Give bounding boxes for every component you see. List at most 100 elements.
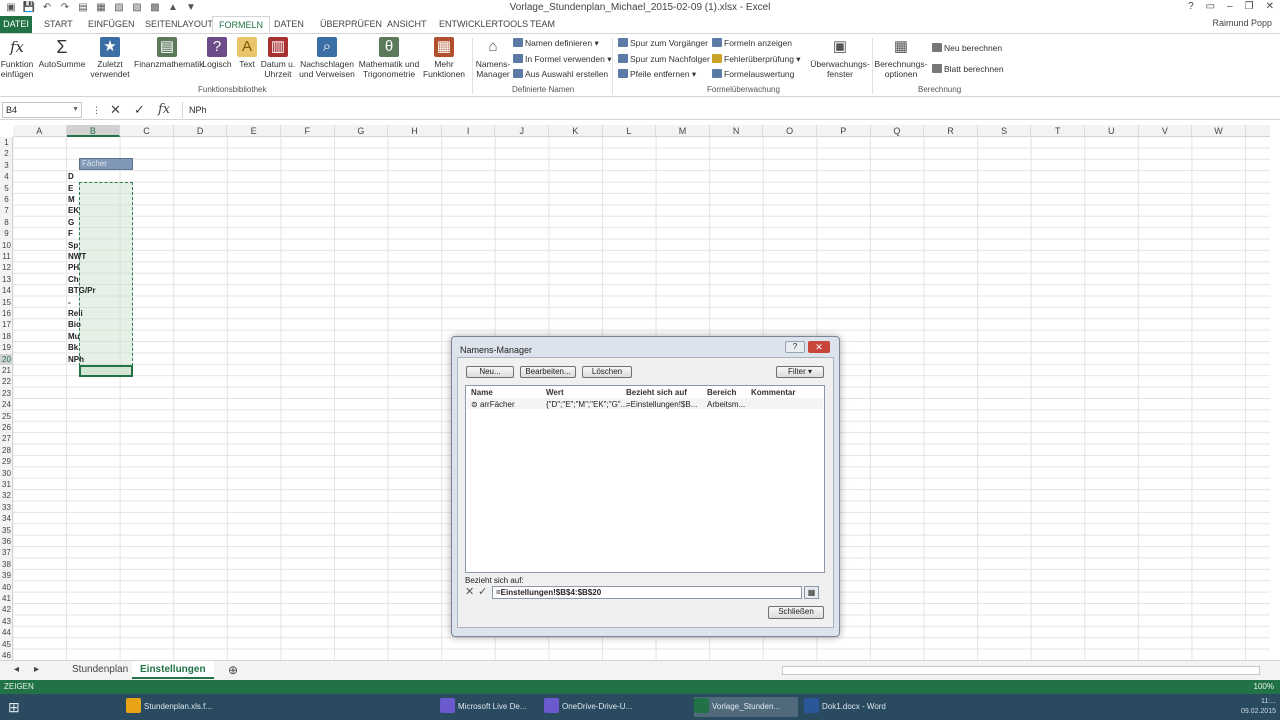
row-header[interactable]: 24	[0, 399, 13, 410]
column-header[interactable]: R	[924, 125, 978, 137]
row-header[interactable]: 25	[0, 411, 13, 422]
column-header[interactable]: B	[66, 125, 121, 137]
column-header[interactable]: K	[549, 125, 603, 137]
row-header[interactable]: 42	[0, 604, 13, 615]
cell-b[interactable]: -	[67, 297, 120, 308]
text-button[interactable]: A Text	[234, 37, 260, 69]
row-header[interactable]: 13	[0, 274, 13, 285]
tab-team[interactable]: TEAM	[524, 16, 561, 33]
math-button[interactable]: θ Mathematik und Trigonometrie	[356, 37, 422, 79]
start-icon[interactable]: ⊞	[8, 697, 38, 717]
column-header[interactable]: Q	[871, 125, 925, 137]
column-header[interactable]: M	[656, 125, 710, 137]
cell-b[interactable]: EK	[67, 205, 120, 216]
row-header[interactable]: 37	[0, 547, 13, 558]
tab-start[interactable]: START	[38, 16, 79, 33]
tab-file[interactable]: DATEI	[0, 16, 32, 33]
row-header[interactable]: 36	[0, 536, 13, 547]
row-header[interactable]: 8	[0, 217, 13, 228]
chevron-down-icon[interactable]: ▼	[72, 103, 79, 117]
cancel-edit-icon[interactable]: ✕	[465, 586, 474, 599]
row-header[interactable]: 26	[0, 422, 13, 433]
row-header[interactable]: 11	[0, 251, 13, 262]
sheet-nav-prev-icon[interactable]: ◂	[6, 661, 27, 679]
more-functions-button[interactable]: ▦ Mehr Funktionen	[420, 37, 468, 79]
column-header[interactable]: P	[817, 125, 871, 137]
name-manager-button[interactable]: ⌂ Namens- Manager	[474, 37, 512, 79]
row-header[interactable]: 22	[0, 376, 13, 387]
trace-precedents-button[interactable]: Spur zum Vorgänger	[618, 38, 708, 48]
show-formulas-button[interactable]: Formeln anzeigen	[712, 38, 792, 48]
new-button[interactable]: Neu...	[466, 366, 514, 378]
tab-view[interactable]: ANSICHT	[381, 16, 433, 33]
col-header-comment[interactable]: Kommentar	[751, 388, 795, 397]
column-header[interactable]: T	[1031, 125, 1085, 137]
column-header[interactable]: F	[281, 125, 335, 137]
evaluate-formula-button[interactable]: Formelauswertung	[712, 69, 794, 79]
dialog-close-button[interactable]: ✕	[808, 341, 830, 353]
filter-button[interactable]: Filter ▾	[776, 366, 824, 378]
tab-data[interactable]: DATEN	[268, 16, 310, 33]
column-header[interactable]: H	[388, 125, 442, 137]
row-header[interactable]: 4	[0, 171, 13, 182]
restore-icon[interactable]: ❐	[1245, 1, 1254, 12]
logical-button[interactable]: ? Logisch	[200, 37, 234, 69]
row-header[interactable]: 21	[0, 365, 13, 376]
row-header[interactable]: 43	[0, 616, 13, 627]
taskbar-item-excel[interactable]: Vorlage_Stunden...	[694, 697, 798, 717]
row-header[interactable]: 32	[0, 490, 13, 501]
row-header[interactable]: 16	[0, 308, 13, 319]
row-header[interactable]: 31	[0, 479, 13, 490]
column-header[interactable]: V	[1139, 125, 1193, 137]
row-header[interactable]: 14	[0, 285, 13, 296]
row-header[interactable]: 9	[0, 228, 13, 239]
tab-page-layout[interactable]: SEITENLAYOUT	[139, 16, 219, 33]
row-header[interactable]: 33	[0, 502, 13, 513]
row-header[interactable]: 5	[0, 183, 13, 194]
horizontal-scrollbar[interactable]	[782, 666, 1260, 675]
cell-b[interactable]: M	[67, 194, 120, 205]
sheet-nav-next-icon[interactable]: ▸	[26, 661, 47, 679]
column-header[interactable]: W	[1192, 125, 1246, 137]
collapse-dialog-icon[interactable]: ▦	[804, 586, 819, 599]
tab-formulas[interactable]: FORMELN	[212, 16, 271, 33]
names-list[interactable]: Name Wert Bezieht sich auf Bereich Komme…	[465, 385, 825, 573]
taskbar-item-2[interactable]: Microsoft Live De...	[440, 697, 538, 717]
row-header[interactable]: 23	[0, 388, 13, 399]
cell-b[interactable]: NWT	[67, 251, 120, 262]
row-header[interactable]: 46	[0, 650, 13, 660]
zoom-level[interactable]: 100%	[1254, 680, 1274, 694]
cell-b[interactable]: G	[67, 217, 120, 228]
row-header[interactable]: 20	[0, 353, 13, 365]
row-header[interactable]: 17	[0, 319, 13, 330]
delete-button[interactable]: Löschen	[582, 366, 632, 378]
column-header[interactable]: G	[335, 125, 389, 137]
row-header[interactable]: 28	[0, 445, 13, 456]
help-icon[interactable]: ?	[1188, 1, 1194, 12]
row-header[interactable]: 3	[0, 160, 13, 171]
row-header[interactable]: 30	[0, 468, 13, 479]
add-sheet-icon[interactable]: ⊕	[220, 661, 246, 679]
row-header[interactable]: 39	[0, 570, 13, 581]
cell-b[interactable]: F	[67, 228, 120, 239]
cell-b2[interactable]: Fächer	[79, 158, 133, 170]
calc-sheet-button[interactable]: Blatt berechnen	[932, 64, 1004, 74]
column-header[interactable]: E	[227, 125, 281, 137]
cell-b[interactable]: Mu	[67, 331, 120, 342]
error-checking-button[interactable]: Fehlerüberprüfung ▾	[712, 54, 801, 65]
fx-icon[interactable]: fx	[158, 102, 170, 118]
cell-b[interactable]: Sp	[67, 240, 120, 251]
help-button[interactable]: ?	[785, 341, 805, 353]
column-header[interactable]: S	[978, 125, 1032, 137]
row-header[interactable]: 7	[0, 205, 13, 216]
calc-options-button[interactable]: ▦ Berechnungs- optionen	[874, 37, 928, 79]
create-from-selection-button[interactable]: Aus Auswahl erstellen	[513, 69, 608, 79]
row-header[interactable]: 1	[0, 137, 13, 148]
row-header[interactable]: 15	[0, 297, 13, 308]
insert-function-button[interactable]: fx Funktion einfügen	[0, 37, 34, 79]
column-header[interactable]: I	[442, 125, 496, 137]
column-header[interactable]: U	[1085, 125, 1139, 137]
cancel-icon[interactable]: ✕	[110, 102, 121, 118]
taskbar-item-word[interactable]: Dok1.docx - Word	[804, 697, 904, 717]
tab-review[interactable]: ÜBERPRÜFEN	[314, 16, 388, 33]
